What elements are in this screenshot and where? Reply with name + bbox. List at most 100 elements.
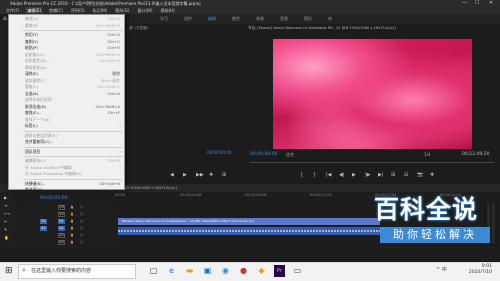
track-target-label[interactable]: A2 [58, 233, 65, 238]
program-control-button[interactable]: ⊞ [391, 172, 395, 178]
program-timecode[interactable]: 00;00;00;00 [250, 152, 277, 157]
eye-icon[interactable]: ◎ [80, 212, 83, 217]
maximize-icon[interactable]: ☐ [475, 0, 479, 7]
program-duration: 00;22;49;20 [462, 152, 490, 157]
menu-2[interactable]: 剪辑(C) [47, 7, 65, 14]
windows-start-icon[interactable]: ⊞ [5, 266, 13, 276]
edit-menu-item[interactable]: 团队项目 › [9, 149, 124, 156]
premiere-pro-icon[interactable]: Pr [274, 265, 285, 277]
program-control-button[interactable]: ◀| [339, 172, 345, 178]
eye-icon[interactable]: ◎ [80, 226, 83, 231]
submenu-arrow-icon: › [119, 148, 121, 154]
edit-menu-item[interactable]: 标签(L) › [9, 123, 124, 130]
program-monitor-header[interactable]: 节目: [Mosaic] Samui Nanmeno no Sodalistas… [244, 24, 500, 32]
track-source-patch[interactable]: A1 [40, 226, 47, 231]
menu-3[interactable]: 序列(S) [69, 7, 87, 14]
menu-0[interactable]: 文件(F) [4, 7, 21, 14]
menu-6[interactable]: 窗口(W) [135, 7, 154, 14]
source-control-button[interactable]: ◀ [170, 172, 174, 178]
timeline-timecode[interactable]: 00;00;00;00 [40, 196, 67, 201]
eye-icon[interactable]: ◎ [80, 205, 83, 210]
program-control-button[interactable]: 📷 [417, 172, 423, 178]
minimize-icon[interactable]: — [462, 0, 467, 7]
menu-separator [23, 30, 123, 31]
source-timecode[interactable]: 00;00;00;00 [207, 150, 231, 155]
program-control-button[interactable]: ▶| [378, 172, 384, 178]
source-control-button[interactable]: ✚ [209, 172, 213, 178]
app-icon-blue[interactable]: ◉ [220, 265, 231, 277]
submenu-arrow-icon: › [119, 123, 121, 128]
workspace-tab[interactable]: 组件 [184, 14, 192, 24]
lock-icon[interactable]: 🔒 [70, 205, 74, 210]
program-control-button[interactable]: ✚ [430, 172, 434, 178]
track-target-label[interactable]: A1 [58, 226, 65, 231]
workspace-tab[interactable]: 效果 [256, 14, 264, 24]
system-tray[interactable]: ^ 中 [436, 266, 447, 273]
source-control-button[interactable]: ▶▶ [196, 172, 204, 178]
selection-tool-icon[interactable]: ▶ [4, 195, 7, 200]
edit-menu-item[interactable]: 合并重复项(C)... [9, 139, 124, 146]
razor-tool-icon[interactable]: ✂ [4, 219, 7, 224]
menu-separator [23, 130, 123, 132]
program-control-button[interactable]: |▶ [365, 172, 371, 178]
program-control-button[interactable]: } [313, 172, 316, 178]
program-control-button[interactable]: |◀ [326, 172, 332, 178]
eye-icon[interactable]: ◎ [80, 240, 83, 245]
menu-7[interactable]: 帮助(H) [159, 7, 177, 14]
close-icon[interactable]: ✕ [489, 0, 493, 7]
store-icon[interactable]: ▣ [202, 265, 213, 277]
lock-icon[interactable]: 🔒 [70, 233, 74, 238]
task-view-icon[interactable]: ▢ [148, 265, 159, 277]
track-target-label[interactable]: V2 [58, 212, 65, 217]
track-row: V1 V1 🔒 ◎ [18, 219, 118, 224]
workspace-tab[interactable]: 音频 [280, 14, 288, 24]
program-control-button[interactable]: ⊟ [404, 172, 408, 178]
video-clip[interactable]: [Mosaic] Samui Nanmeno no Sodalistas Poi… [118, 218, 380, 225]
workspace-tab[interactable]: 库 [328, 14, 332, 24]
eye-icon[interactable]: ◎ [80, 233, 83, 238]
workspace-tab[interactable]: 学习 [160, 14, 168, 24]
program-control-button[interactable]: { [300, 172, 303, 178]
audio-clip[interactable] [118, 227, 380, 235]
workspace-tab[interactable]: 颜色 [232, 14, 240, 24]
edit-menu-item-label: 查找(F)... [25, 110, 42, 115]
playback-resolution-select[interactable]: 1/4 [424, 152, 430, 157]
zoom-fit-select[interactable]: 适合 [286, 152, 294, 158]
menu-5[interactable]: 图形(G) [113, 7, 131, 14]
track-target-label[interactable]: V1 [58, 219, 65, 224]
eye-icon[interactable]: ◎ [80, 219, 83, 224]
track-source-patch[interactable]: V1 [40, 219, 47, 224]
ruler-tick-label: 00;00;08;16 [245, 193, 267, 197]
program-control-button[interactable]: ▶ [352, 172, 356, 178]
home-icon[interactable]: ⌂ [3, 15, 7, 22]
pen-tool-icon[interactable]: ✎ [4, 227, 7, 232]
lock-icon[interactable]: 🔒 [70, 226, 74, 231]
title-bar: Adobe Premiere Pro CC 2019 - C:\用户\PJPJ\… [0, 0, 500, 7]
source-control-button[interactable]: ⊞ [222, 172, 226, 178]
track-select-tool-icon[interactable]: ⇥ [4, 203, 7, 208]
taskbar-clock[interactable]: 9:01 2020/7/10 [458, 264, 492, 276]
app-icon-yellow[interactable]: ◆ [256, 265, 267, 277]
lock-icon[interactable]: 🔒 [70, 240, 74, 245]
source-control-button[interactable]: ▶ [183, 172, 187, 178]
program-scrub-bar[interactable] [250, 162, 494, 163]
edit-menu-item-label: 粘贴属性(B)... [25, 58, 50, 63]
lock-icon[interactable]: 🔒 [70, 219, 74, 224]
edit-menu-item[interactable]: 首选项(N) › [9, 187, 124, 194]
ripple-edit-tool-icon[interactable]: ⟷ [4, 211, 10, 216]
search-icon: ⌕ [22, 266, 26, 274]
app-icon-gray[interactable]: ▭ [292, 265, 303, 277]
workspace-tab[interactable]: 图形 [304, 14, 312, 24]
edge-browser-icon[interactable]: e [166, 265, 177, 277]
edit-menu-item-label: 剪切(T) [25, 32, 38, 37]
edit-menu-item-label: 选择所有匹配项 [25, 97, 52, 102]
lock-icon[interactable]: 🔒 [70, 212, 74, 217]
menu-1[interactable]: 编辑(E) [25, 7, 44, 14]
hand-tool-icon[interactable]: ✋ [4, 235, 9, 240]
source-monitor-header[interactable]: 源: (无剪辑) [125, 24, 242, 32]
app-icon-red[interactable]: ● [238, 265, 249, 277]
menu-4[interactable]: 标记(M) [91, 7, 110, 14]
track-target-label[interactable]: A3 [58, 240, 65, 245]
file-explorer-icon[interactable]: ▬ [184, 265, 195, 277]
track-target-label[interactable]: V3 [58, 205, 65, 210]
